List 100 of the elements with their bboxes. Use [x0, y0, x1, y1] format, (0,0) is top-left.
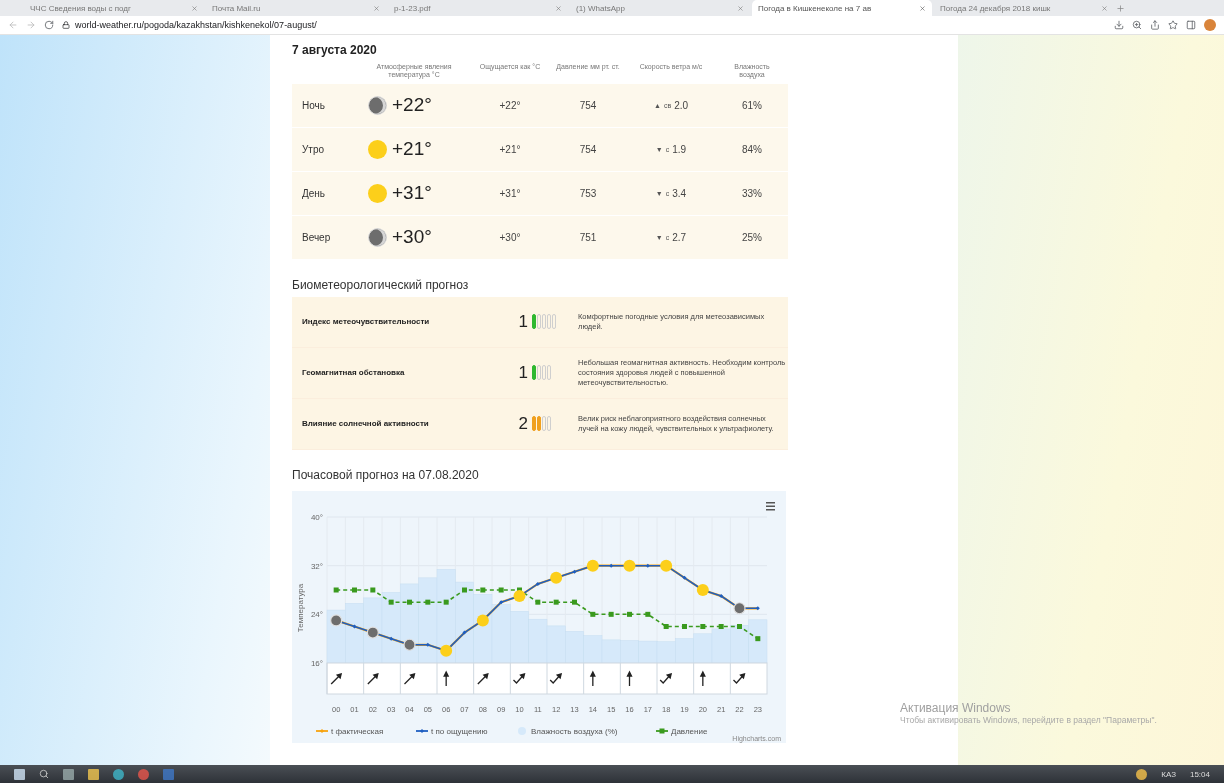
- folder-icon[interactable]: [88, 768, 99, 780]
- wind-speed: 1.9: [672, 143, 687, 155]
- temperature: +22°: [392, 94, 432, 117]
- wind-arrow-icon: [403, 672, 416, 685]
- sun-icon: [696, 583, 709, 596]
- close-icon[interactable]: [191, 4, 198, 12]
- temperature: +30°: [392, 226, 432, 249]
- humidity-bar: [638, 640, 658, 664]
- wind-arrow-icon: [626, 670, 633, 687]
- point: [370, 587, 376, 593]
- legend-label[interactable]: t по ощущению: [431, 726, 488, 736]
- point: [443, 599, 449, 605]
- humidity-bar: [675, 638, 694, 664]
- pressure-value: 751: [578, 231, 598, 243]
- sun-icon: [586, 559, 599, 572]
- zoom-icon[interactable]: [1132, 20, 1142, 30]
- humidity-value: 33%: [741, 187, 763, 199]
- document-icon[interactable]: [163, 768, 174, 780]
- index-name: Геомагнитная обстановка: [301, 368, 406, 378]
- period-label: Ночь: [301, 99, 326, 111]
- point: [627, 611, 632, 617]
- close-icon[interactable]: [555, 4, 562, 12]
- browser-tab[interactable]: Погода 24 декабря 2018 кишк: [934, 0, 1114, 16]
- humidity-value: 25%: [741, 231, 763, 243]
- menu-icon[interactable]: [766, 501, 775, 511]
- humidity-bar: [620, 640, 639, 664]
- search-icon[interactable]: [39, 769, 49, 779]
- close-icon[interactable]: [373, 4, 380, 12]
- new-tab-icon[interactable]: [1116, 3, 1125, 13]
- browser-tab[interactable]: Почта Mail.ru: [206, 0, 386, 16]
- avatar[interactable]: [1204, 19, 1216, 31]
- moon-icon: [403, 638, 416, 651]
- point: [700, 623, 706, 629]
- moon-icon: [368, 95, 387, 115]
- humidity-bar: [583, 635, 603, 664]
- browser-tab[interactable]: р-1-23.pdf: [388, 0, 568, 16]
- forward-icon[interactable]: [26, 20, 36, 30]
- section-heading: Почасовой прогноз на 07.08.2020: [292, 467, 480, 482]
- back-icon[interactable]: [8, 20, 18, 30]
- legend-label[interactable]: Влажность воздуха (%): [531, 726, 618, 736]
- y-tick-label: 24°: [310, 610, 323, 620]
- point: [352, 587, 357, 593]
- legend-label[interactable]: t фактическая: [331, 726, 384, 736]
- browser-tab[interactable]: (1) WhatsApp: [570, 0, 750, 16]
- point: [352, 624, 357, 629]
- point: [737, 623, 742, 629]
- point: [535, 581, 540, 586]
- humidity-bar: [730, 624, 749, 664]
- wind-arrow-icon: [367, 672, 379, 685]
- index-value: 1: [517, 311, 529, 332]
- date-heading: 7 августа 2020: [292, 43, 378, 57]
- point: [462, 630, 467, 635]
- sidebar-icon[interactable]: [1186, 20, 1196, 30]
- close-icon[interactable]: [1101, 4, 1108, 12]
- activation-text: Чтобы активировать Windows, перейдите в раздел "Параметры".: [900, 715, 1158, 725]
- browser-tab[interactable]: ЧЧС Сведения воды с подг: [24, 0, 204, 16]
- browser-tab[interactable]: Погода в Кишкенеколе на 7 ав: [752, 0, 932, 16]
- lock-icon[interactable]: [62, 21, 70, 29]
- index-name: Влияние солнечной активности: [301, 419, 430, 429]
- point: [645, 563, 650, 568]
- point: [499, 599, 504, 604]
- legend-label[interactable]: Давление: [671, 726, 708, 736]
- close-icon[interactable]: [919, 4, 926, 12]
- url-text[interactable]: world-weather.ru/pogoda/kazakhstan/kishkenekol/07-august/: [75, 20, 317, 30]
- wind-arrow-icon: [477, 672, 489, 685]
- moon-icon: [366, 626, 379, 639]
- y-axis-title: Температура: [296, 583, 305, 632]
- humidity-bar: [345, 602, 364, 664]
- point: [682, 623, 687, 629]
- wind-arrow-icon: [330, 672, 343, 685]
- humidity-bar: [491, 604, 511, 664]
- sun-icon: [368, 139, 387, 159]
- humidity-bar: [656, 641, 676, 664]
- star-icon[interactable]: [1168, 20, 1178, 30]
- point: [645, 611, 651, 617]
- point: [663, 623, 669, 629]
- browser-icon[interactable]: [138, 768, 149, 780]
- y-tick-label: 32°: [310, 561, 323, 571]
- point: [608, 611, 614, 617]
- pressure-value: 754: [578, 99, 598, 111]
- sun-icon: [476, 614, 489, 627]
- point: [535, 599, 541, 605]
- section-heading: Биометеорологический прогноз: [292, 277, 470, 292]
- task-view-icon[interactable]: [63, 768, 74, 780]
- point: [719, 593, 724, 598]
- weather-icon[interactable]: [1136, 768, 1148, 780]
- download-icon[interactable]: [1114, 20, 1124, 30]
- legend-marker-icon: [655, 728, 669, 734]
- reload-icon[interactable]: [44, 20, 54, 30]
- language-indicator[interactable]: КАЗ: [1161, 769, 1176, 779]
- wind-speed: 3.4: [672, 187, 687, 199]
- point: [407, 599, 412, 605]
- share-icon[interactable]: [1150, 20, 1160, 30]
- point: [572, 599, 577, 605]
- period-label: День: [301, 187, 327, 199]
- point: [480, 587, 486, 593]
- close-icon[interactable]: [737, 4, 744, 12]
- clock[interactable]: 15:04: [1189, 769, 1210, 779]
- start-icon[interactable]: [14, 768, 25, 780]
- browser-icon[interactable]: [113, 768, 124, 780]
